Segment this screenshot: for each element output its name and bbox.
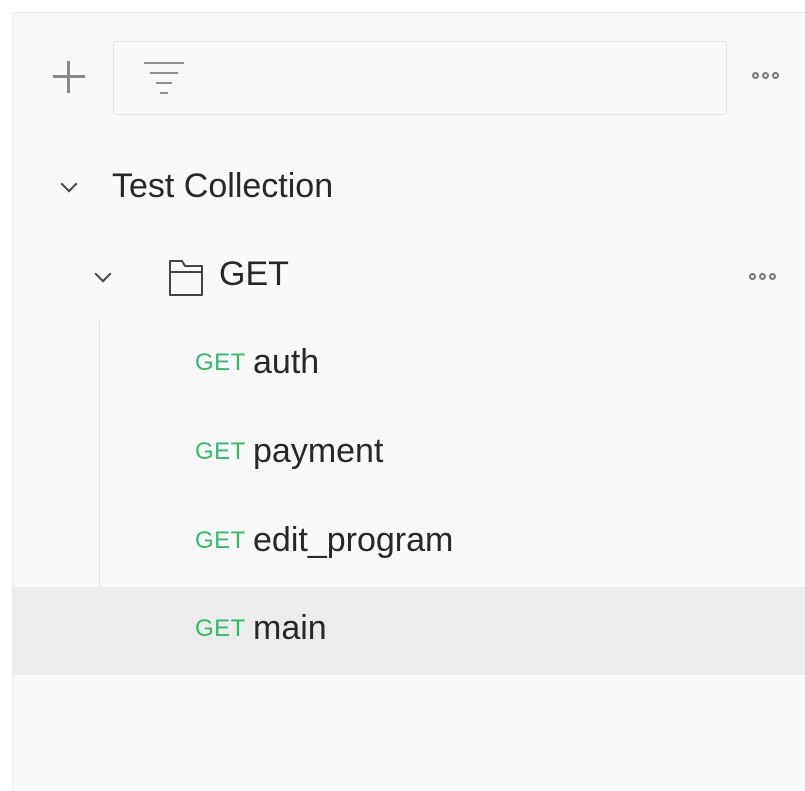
filter-box[interactable] [113, 41, 727, 115]
filter-input[interactable] [198, 56, 712, 102]
method-badge: GET [195, 527, 246, 554]
chevron-down-icon[interactable] [59, 177, 79, 197]
new-collection-button[interactable] [49, 55, 89, 99]
collection-name: Test Collection [112, 167, 334, 205]
request-name: edit_program [253, 521, 454, 559]
sidebar-toolbar [13, 41, 805, 117]
more-horizontal-icon[interactable] [752, 72, 779, 79]
request-row-main[interactable]: GET main [13, 587, 805, 675]
request-name: main [253, 609, 327, 647]
method-badge: GET [195, 349, 246, 376]
method-badge: GET [195, 615, 246, 642]
folder-icon [169, 260, 203, 296]
request-row-auth[interactable]: GET auth [13, 321, 805, 409]
collection-row[interactable]: Test Collection [13, 145, 805, 233]
collections-sidebar: Test Collection GET GET auth GET payment… [12, 12, 805, 791]
method-badge: GET [195, 438, 246, 465]
filter-icon [144, 60, 184, 96]
folder-row[interactable]: GET [13, 233, 805, 321]
more-horizontal-icon[interactable] [749, 273, 776, 280]
request-row-payment[interactable]: GET payment [13, 410, 805, 498]
chevron-down-icon[interactable] [93, 267, 113, 287]
folder-name: GET [219, 255, 289, 293]
request-row-edit-program[interactable]: GET edit_program [13, 499, 805, 587]
request-name: payment [253, 432, 384, 470]
request-name: auth [253, 343, 320, 381]
